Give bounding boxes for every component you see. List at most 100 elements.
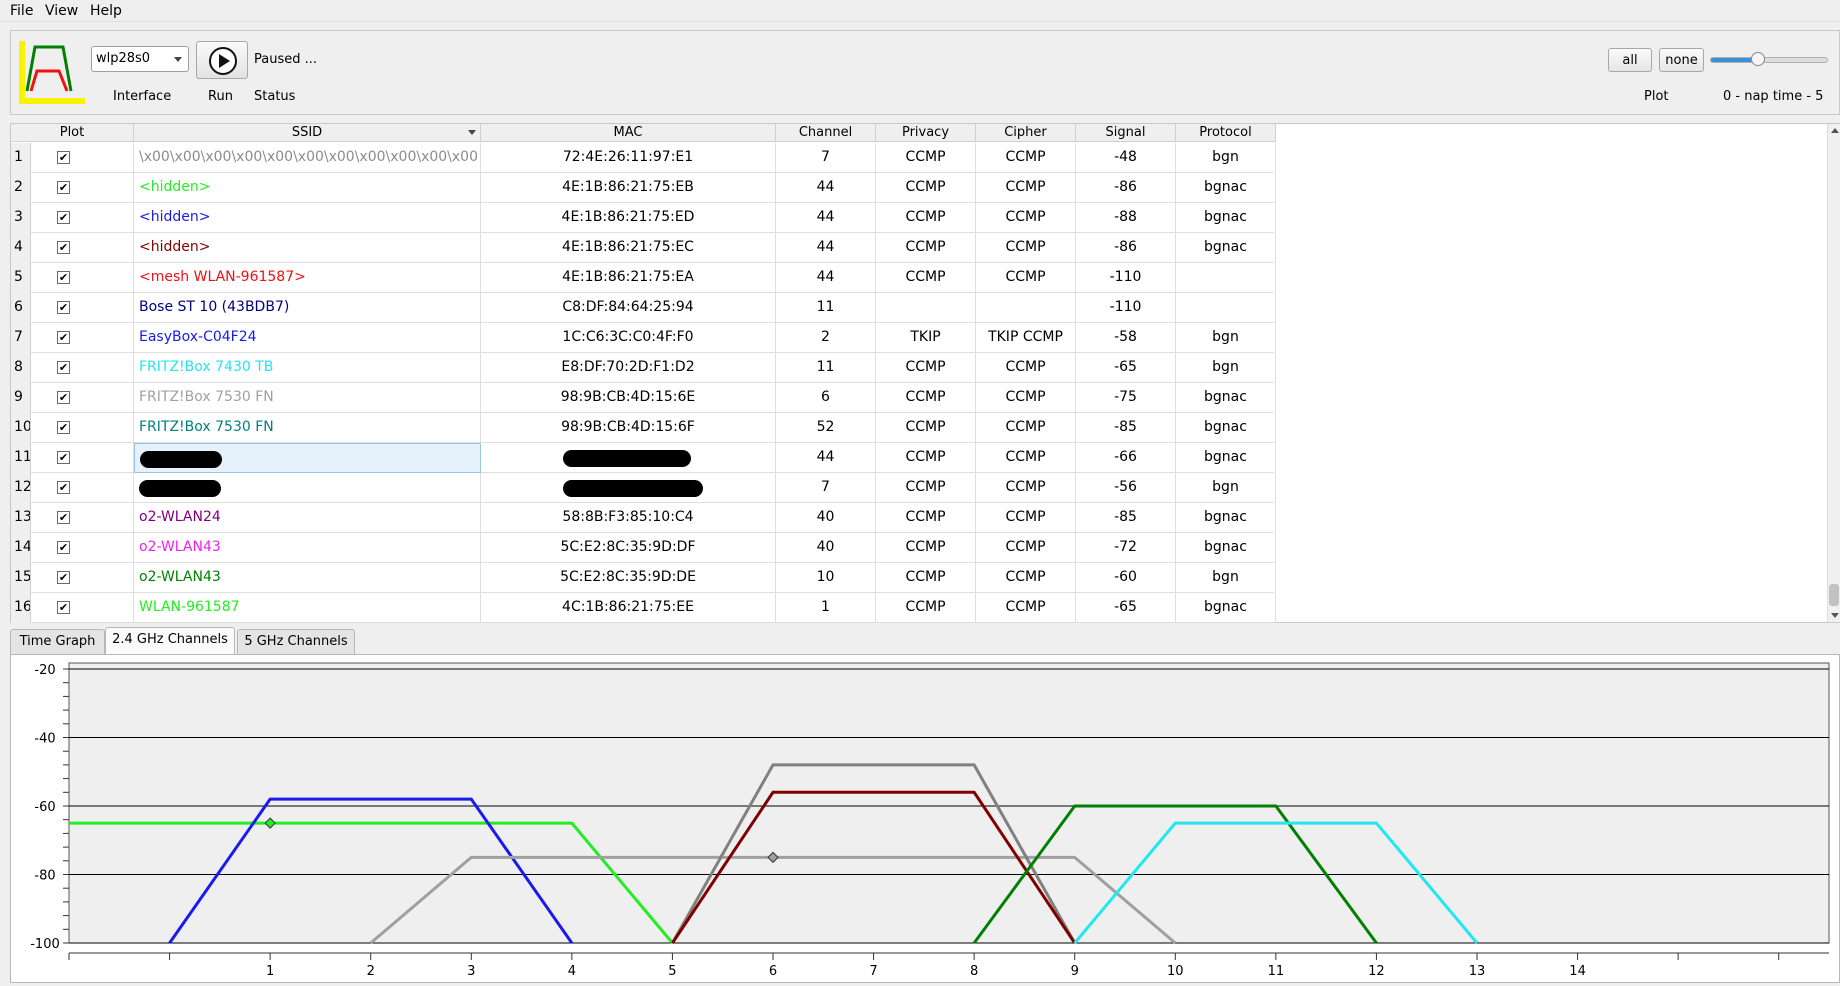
table-row[interactable]: 15 ✔ o2-WLAN43 5C:E2:8C:35:9D:DE 10 CCMP CCMP -… [11,563,1276,593]
table-row[interactable]: 11 ✔ 44 CCMP CCMP -66 bgnac [11,443,1276,473]
privacy-cell: CCMP [876,383,976,413]
table-row[interactable]: 5 ✔ <mesh WLAN-961587> 4E:1B:86:21:75:EA 44 C… [11,263,1276,293]
tab-5-ghz-channels[interactable]: 5 GHz Channels [237,629,355,654]
header-mac[interactable]: MAC [481,124,776,142]
plot-checkbox[interactable]: ✔ [57,271,70,284]
plot-area [68,662,1830,944]
run-button[interactable] [196,41,248,79]
plot-checkbox[interactable]: ✔ [57,211,70,224]
x-tick-label: 14 [1569,964,1586,979]
plot-checkbox[interactable]: ✔ [57,601,70,614]
privacy-cell: CCMP [876,263,976,293]
plot-checkbox[interactable]: ✔ [57,331,70,344]
scroll-up-icon[interactable] [1831,128,1839,133]
cipher-cell: CCMP [976,233,1076,263]
tab-time-graph[interactable]: Time Graph [10,629,105,654]
protocol-cell: bgnac [1176,533,1276,563]
redacted-mac [563,480,703,497]
plot-checkbox[interactable]: ✔ [57,361,70,374]
ssid-cell: o2-WLAN43 [134,563,481,593]
privacy-cell: CCMP [876,203,976,233]
plot-checkbox[interactable]: ✔ [57,481,70,494]
table-row[interactable]: 9 ✔ FRITZ!Box 7530 FN 98:9B:CB:4D:15:6E 6 CCM… [11,383,1276,413]
privacy-cell: CCMP [876,353,976,383]
table-row[interactable]: 7 ✔ EasyBox-C04F24 1C:C6:3C:C0:4F:F0 2 TKIP TK… [11,323,1276,353]
table-row[interactable]: 12 ✔ 7 CCMP CCMP -56 bgn [11,473,1276,503]
plot-checkbox[interactable]: ✔ [57,391,70,404]
plot-checkbox[interactable]: ✔ [57,301,70,314]
header-ssid[interactable]: SSID [134,124,481,142]
plot-checkbox[interactable]: ✔ [57,451,70,464]
tab-2-4-ghz-channels[interactable]: 2.4 GHz Channels [105,627,235,655]
mac-cell: 1C:C6:3C:C0:4F:F0 [481,323,776,353]
table-row[interactable]: 2 ✔ <hidden> 4E:1B:86:21:75:EB 44 CCMP CCMP -86… [11,173,1276,203]
plot-checkbox[interactable]: ✔ [57,541,70,554]
plot-checkbox[interactable]: ✔ [57,571,70,584]
select-none-button[interactable]: none [1659,48,1704,72]
protocol-cell: bgnac [1176,203,1276,233]
x-tick-label: 10 [1167,964,1184,979]
select-all-button[interactable]: all [1608,48,1652,72]
signal-cell: -75 [1076,383,1176,413]
interface-select[interactable]: wlp28s0 [91,46,189,72]
table-row[interactable]: 10 ✔ FRITZ!Box 7530 FN 98:9B:CB:4D:15:6F 52 C… [11,413,1276,443]
table-row[interactable]: 8 ✔ FRITZ!Box 7430 TB E8:DF:70:2D:F1:D2 11 CC… [11,353,1276,383]
cipher-cell: TKIP CCMP [976,323,1076,353]
cipher-cell: CCMP [976,383,1076,413]
signal-cell: -65 [1076,593,1176,623]
plot-checkbox[interactable]: ✔ [57,181,70,194]
plot-checkbox[interactable]: ✔ [57,151,70,164]
header-channel[interactable]: Channel [776,124,876,142]
mac-cell: 4E:1B:86:21:75:EC [481,233,776,263]
channel-chart: -20-40-60-80-1001 2 3 4 5 6 7 8 9 10 11 12 13 14 [30,662,1830,979]
row-number: 3 [11,203,31,233]
plot-checkbox[interactable]: ✔ [57,511,70,524]
cipher-cell: CCMP [976,443,1076,473]
signal-cell: -110 [1076,263,1176,293]
nap-time-label: 0 - nap time - 5 [1723,89,1824,104]
table-scrollbar[interactable] [1827,124,1840,622]
channel-cell: 52 [776,413,876,443]
signal-cell: -88 [1076,203,1176,233]
slider-handle[interactable] [1751,52,1765,66]
table-row[interactable]: 4 ✔ <hidden> 4E:1B:86:21:75:EC 44 CCMP CCMP -86… [11,233,1276,263]
row-number: 12 [11,473,31,503]
row-number: 8 [11,353,31,383]
header-cipher[interactable]: Cipher [976,124,1076,142]
table-row[interactable]: 16 ✔ WLAN-961587 4C:1B:86:21:75:EE 1 CCMP CCMP… [11,593,1276,623]
channel-cell: 1 [776,593,876,623]
menu-file[interactable]: File [10,3,33,19]
table-row[interactable]: 13 ✔ o2-WLAN24 58:8B:F3:85:10:C4 40 CCMP CCMP -… [11,503,1276,533]
channel-cell: 44 [776,263,876,293]
menu-view[interactable]: View [45,3,78,19]
scroll-thumb[interactable] [1829,584,1839,606]
plot-cell: ✔ [31,473,134,503]
menu-help[interactable]: Help [90,3,122,19]
scroll-down-icon[interactable] [1831,613,1839,618]
header-privacy[interactable]: Privacy [876,124,976,142]
plot-cell: ✔ [31,353,134,383]
protocol-cell: bgnac [1176,413,1276,443]
signal-cell: -110 [1076,293,1176,323]
header-signal[interactable]: Signal [1076,124,1176,142]
header-protocol[interactable]: Protocol [1176,124,1276,142]
table-row[interactable]: 3 ✔ <hidden> 4E:1B:86:21:75:ED 44 CCMP CCMP -88… [11,203,1276,233]
row-number: 7 [11,323,31,353]
ssid-cell: FRITZ!Box 7530 FN [134,413,481,443]
table-row[interactable]: 1 ✔ \x00\x00\x00\x00\x00\x00\x00\x00\x00\x… [11,143,1276,173]
x-tick-label: 1 [266,964,274,979]
protocol-cell: bgn [1176,473,1276,503]
protocol-cell: bgnac [1176,503,1276,533]
channel-cell: 6 [776,383,876,413]
plot-checkbox[interactable]: ✔ [57,241,70,254]
channel-cell: 10 [776,563,876,593]
cipher-cell: CCMP [976,143,1076,173]
nap-time-slider[interactable] [1710,57,1828,63]
cipher-cell: CCMP [976,203,1076,233]
table-row[interactable]: 6 ✔ Bose ST 10 (43BDB7) C8:DF:84:64:25:94 11… [11,293,1276,323]
table-row[interactable]: 14 ✔ o2-WLAN43 5C:E2:8C:35:9D:DF 40 CCMP CCMP -… [11,533,1276,563]
mac-cell [481,473,776,503]
plot-checkbox[interactable]: ✔ [57,421,70,434]
plot-cell: ✔ [31,593,134,623]
header-plot[interactable]: Plot [11,124,134,142]
